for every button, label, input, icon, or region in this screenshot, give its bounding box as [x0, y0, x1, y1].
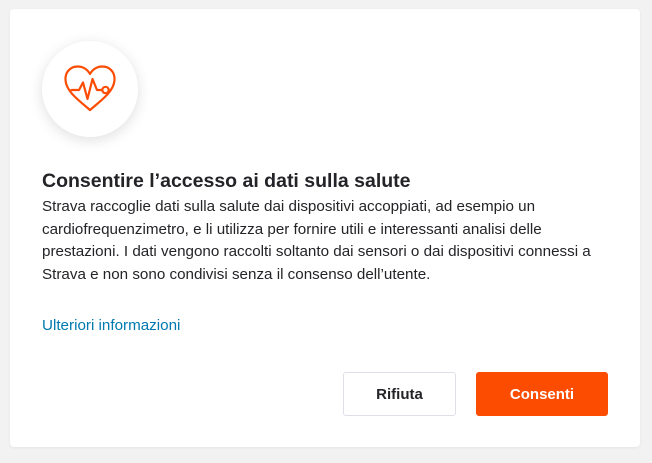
icon-badge — [42, 41, 138, 137]
dialog-description: Strava raccoglie dati sulla salute dai d… — [42, 198, 591, 283]
accept-button[interactable]: Consenti — [476, 372, 608, 416]
health-data-consent-dialog: Consentire l’accesso ai dati sulla salut… — [10, 9, 640, 447]
decline-button[interactable]: Rifiuta — [343, 372, 456, 416]
heart-pulse-icon — [64, 65, 116, 112]
more-info-link[interactable]: Ulteriori informazioni — [42, 317, 180, 334]
dialog-title: Consentire l’accesso ai dati sulla salut… — [42, 170, 411, 192]
